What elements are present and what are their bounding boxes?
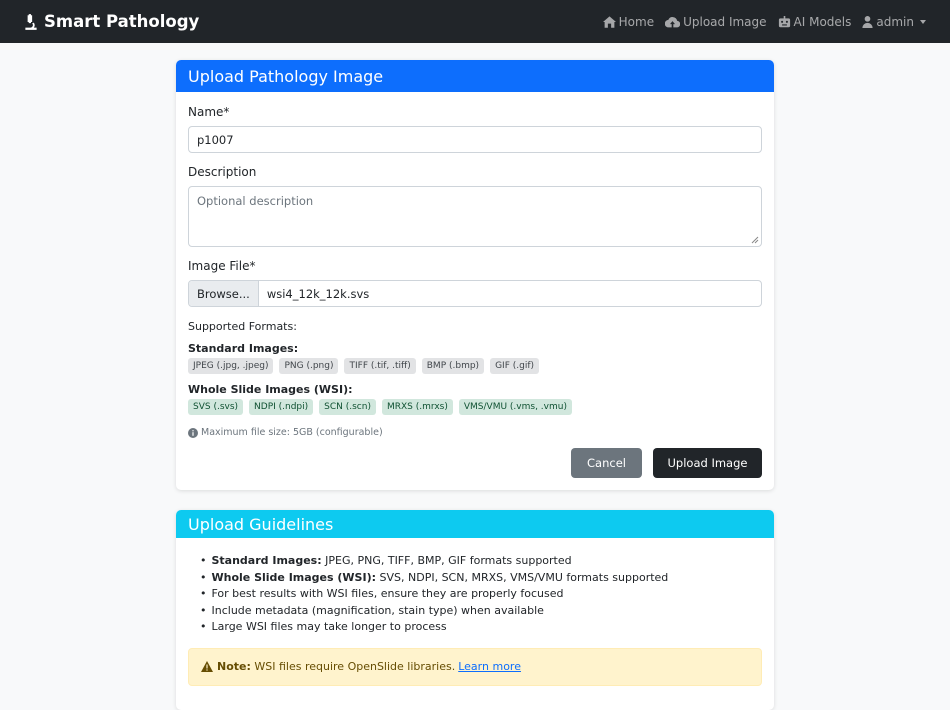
- cancel-button[interactable]: Cancel: [571, 448, 642, 478]
- supported-formats-label: Supported Formats:: [188, 320, 297, 333]
- note-label: Note:: [217, 660, 251, 673]
- format-badge: NDPI (.ndpi): [249, 399, 314, 415]
- learn-more-link[interactable]: Learn more: [458, 660, 521, 673]
- format-badge: MRXS (.mrxs): [381, 399, 453, 415]
- list-item: Include metadata (magnification, stain t…: [200, 603, 762, 620]
- nav-user-label: admin: [876, 14, 914, 29]
- nav-home[interactable]: Home: [602, 14, 655, 29]
- upload-card-title: Upload Pathology Image: [176, 60, 774, 92]
- format-badge: GIF (.gif): [490, 358, 539, 374]
- wsi-title: Whole Slide Images (WSI):: [188, 383, 353, 396]
- brand[interactable]: Smart Pathology: [22, 12, 199, 31]
- navbar: Smart Pathology Home Upload Image AI Mod…: [0, 0, 950, 43]
- selected-file-name: wsi4_12k_12k.svs: [266, 286, 370, 301]
- format-badge: JPEG (.jpg, .jpeg): [188, 358, 274, 374]
- list-item: Standard Images: JPEG, PNG, TIFF, BMP, G…: [200, 553, 762, 570]
- resize-grip-icon[interactable]: [751, 236, 759, 244]
- microscope-icon: [25, 13, 37, 30]
- format-badge: TIFF (.tif, .tiff): [344, 358, 416, 374]
- nav-links: Home Upload Image AI Models admin: [592, 15, 926, 29]
- guidelines-title: Upload Guidelines: [176, 510, 774, 538]
- nav-ai-models-label: AI Models: [793, 14, 852, 29]
- upload-image-button[interactable]: Upload Image: [653, 448, 762, 478]
- list-item: Whole Slide Images (WSI): SVS, NDPI, SCN…: [200, 570, 762, 587]
- user-icon: [862, 15, 874, 28]
- cloud-upload-icon: [665, 16, 681, 27]
- guidelines-list: Standard Images: JPEG, PNG, TIFF, BMP, G…: [188, 553, 762, 636]
- note-text: WSI files require OpenSlide libraries.: [254, 660, 456, 673]
- form-actions: Cancel Upload Image: [188, 448, 762, 478]
- standard-images-title: Standard Images:: [188, 342, 299, 355]
- guidelines-card: Upload Guidelines Standard Images: JPEG,…: [176, 510, 774, 710]
- chevron-down-icon: [920, 19, 926, 24]
- format-badge: SVS (.svs): [188, 399, 244, 415]
- nav-user-menu[interactable]: admin: [862, 15, 926, 29]
- robot-icon: [778, 15, 790, 27]
- file-label: Image File*: [188, 259, 256, 273]
- list-item: For best results with WSI files, ensure …: [200, 586, 762, 603]
- list-item: Large WSI files may take longer to proce…: [200, 619, 762, 636]
- format-badge: SCN (.scn): [319, 399, 376, 415]
- upload-card: Upload Pathology Image Name* p1007 Descr…: [176, 60, 774, 490]
- format-badge: VMS/VMU (.vms, .vmu): [458, 399, 572, 415]
- home-icon: [602, 15, 616, 28]
- wsi-note-alert: Note: WSI files require OpenSlide librar…: [188, 647, 762, 686]
- info-circle-icon: [188, 427, 198, 438]
- description-placeholder: Optional description: [197, 194, 314, 208]
- standard-format-badges: JPEG (.jpg, .jpeg) PNG (.png) TIFF (.tif…: [188, 358, 762, 374]
- nav-upload-image[interactable]: Upload Image: [665, 14, 767, 29]
- warning-icon: [201, 661, 213, 672]
- brand-title: Smart Pathology: [44, 12, 200, 31]
- name-input[interactable]: p1007: [188, 126, 762, 153]
- format-badge: PNG (.png): [279, 358, 339, 374]
- max-size-text: Maximum file size: 5GB (configurable): [201, 427, 383, 438]
- description-label: Description: [188, 165, 257, 179]
- nav-home-label: Home: [618, 14, 655, 29]
- nav-ai-models[interactable]: AI Models: [778, 14, 852, 29]
- format-badge: BMP (.bmp): [421, 358, 485, 374]
- description-textarea[interactable]: Optional description: [188, 186, 762, 247]
- file-input[interactable]: Browse... wsi4_12k_12k.svs: [188, 280, 762, 307]
- max-size-note: Maximum file size: 5GB (configurable): [188, 427, 762, 438]
- nav-upload-label: Upload Image: [683, 14, 767, 29]
- name-label: Name*: [188, 105, 230, 119]
- browse-button[interactable]: Browse...: [189, 281, 259, 306]
- wsi-format-badges: SVS (.svs) NDPI (.ndpi) SCN (.scn) MRXS …: [188, 399, 762, 415]
